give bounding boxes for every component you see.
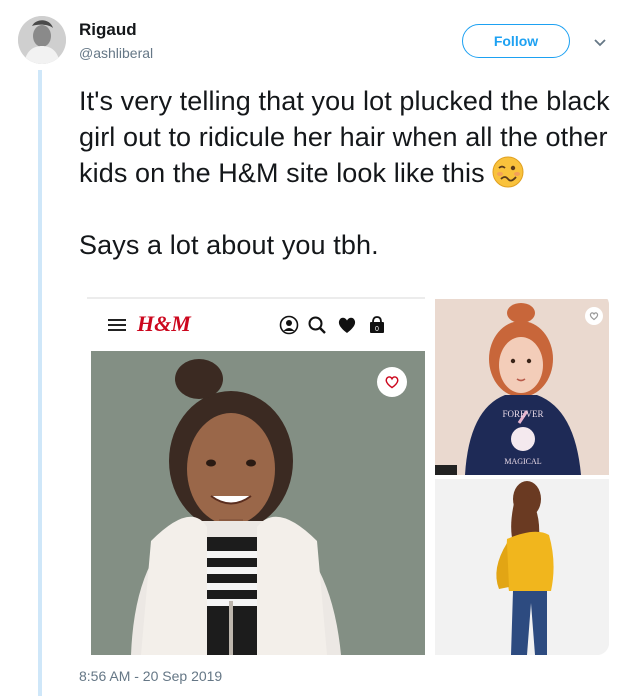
shirt-text-bottom: MAGICAL <box>504 457 541 466</box>
woozy-face-emoji-icon <box>491 155 525 189</box>
search-icon <box>308 316 326 334</box>
media-grid[interactable]: H&M 0 FOREVER MAGICAL <box>79 293 609 655</box>
hm-logo: H&M <box>137 311 191 336</box>
account-icon <box>279 315 299 335</box>
hm-nav-bar: H&M 0 <box>79 293 429 351</box>
favorite-icon[interactable] <box>377 367 407 397</box>
avatar[interactable] <box>18 16 66 64</box>
tweet-text-line1: It's very telling that you lot plucked t… <box>79 86 610 188</box>
bag-icon: 0 <box>370 316 384 333</box>
product-photo-yellow-hoodie[interactable] <box>435 479 609 655</box>
thread-line <box>38 70 42 696</box>
chevron-down-icon[interactable] <box>592 34 608 50</box>
timestamp[interactable]: 8:56 AM - 20 Sep 2019 <box>79 668 222 684</box>
tweet-text: It's very telling that you lot plucked t… <box>79 83 619 263</box>
product-photo-sweatshirt[interactable]: FOREVER MAGICAL <box>435 299 609 475</box>
favorite-icon[interactable] <box>585 307 603 325</box>
author-name[interactable]: Rigaud <box>79 20 137 40</box>
menu-icon <box>108 319 126 331</box>
svg-text:0: 0 <box>375 326 379 333</box>
heart-icon <box>338 317 356 333</box>
follow-button[interactable]: Follow <box>462 24 570 58</box>
hm-screenshot-panel[interactable]: H&M 0 <box>79 293 429 655</box>
shirt-text-top: FOREVER <box>502 409 543 419</box>
product-photo-main[interactable] <box>91 351 425 655</box>
author-handle[interactable]: @ashliberal <box>79 45 153 61</box>
tweet-text-line2: Says a lot about you tbh. <box>79 230 379 260</box>
